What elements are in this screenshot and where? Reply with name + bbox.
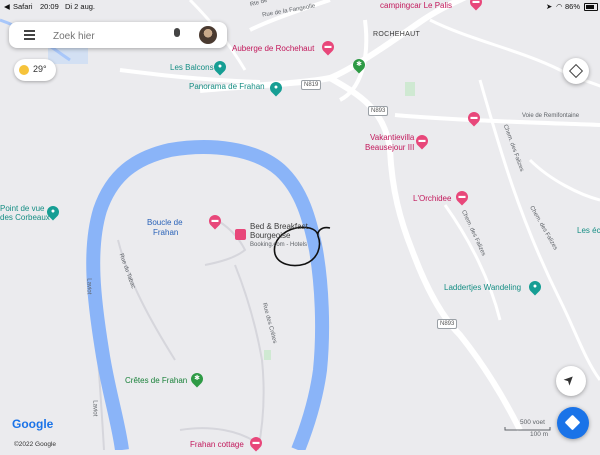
google-logo: Google [12, 417, 54, 431]
place-label-frahan[interactable]: Frahan [153, 228, 178, 238]
bnb-marker-icon[interactable] [235, 229, 246, 240]
directions-button[interactable] [557, 407, 589, 439]
copyright-label[interactable]: ©2022 Google [14, 441, 56, 448]
scale-label-imperial: 500 voet [520, 419, 545, 426]
place-label-laddertjes[interactable]: Laddertjes Wandeling [444, 283, 521, 293]
place-label-beausejour[interactable]: Beausejour III [365, 143, 414, 153]
street-label-laviot-1: Laviot [85, 278, 92, 295]
park-patch [405, 82, 415, 96]
route-shield-n893: N893 [437, 319, 458, 329]
hotel-pin-icon[interactable]: ▬ [413, 132, 431, 150]
place-label-rochehaut: ROCHEHAUT [373, 31, 421, 38]
hotel-pin-icon[interactable]: ▬ [247, 434, 265, 452]
microphone-icon[interactable] [174, 28, 180, 37]
camera-pin-icon[interactable]: ● [267, 79, 285, 97]
search-input[interactable] [51, 27, 165, 45]
back-app-label[interactable]: Safari [13, 2, 33, 11]
wifi-icon: ◠ [556, 2, 563, 11]
hotel-pin-icon[interactable]: ▬ [453, 188, 471, 206]
avatar[interactable] [199, 26, 217, 44]
hiking-pin-icon[interactable]: ✱ [188, 370, 206, 388]
place-label-les-balcons[interactable]: Les Balcons [170, 63, 214, 73]
search-box[interactable] [9, 22, 227, 48]
place-label-frahan-cottage[interactable]: Frahan cottage [190, 440, 244, 450]
location-arrow-icon: ➤ [546, 2, 553, 11]
hotel-pin-icon[interactable]: ▬ [465, 109, 483, 127]
my-location-button[interactable]: ➤ [556, 366, 586, 396]
place-label-campingcar[interactable]: campingcar Le Palis [380, 1, 452, 11]
place-sublabel-booking: Booking.com - Hotels [250, 242, 308, 248]
hotel-pin-icon[interactable]: ▬ [206, 212, 224, 230]
weather-temperature: 29° [33, 64, 47, 74]
sun-icon [19, 65, 29, 75]
place-label-panorama[interactable]: Panorama de Frahan [189, 82, 265, 92]
navigation-arrow-icon: ➤ [559, 370, 579, 389]
place-label-boucle[interactable]: Boucle de [147, 218, 183, 228]
camera-pin-icon[interactable]: ● [526, 278, 544, 296]
place-label-orchidee[interactable]: L'Orchidee [413, 194, 451, 204]
menu-icon[interactable] [24, 30, 35, 40]
place-label-cretes[interactable]: Crêtes de Frahan [125, 376, 187, 386]
place-label-bourgeoise[interactable]: Bourgeoise [250, 231, 290, 241]
place-label-vakantievilla[interactable]: Vakantievilla [370, 133, 414, 143]
street-label-laviot-2: Laviot [91, 400, 98, 417]
weather-chip[interactable]: 29° [14, 59, 56, 81]
park-patch [264, 350, 271, 360]
battery-percent: 86% [565, 2, 581, 11]
place-label-les-ec[interactable]: Les éc [577, 226, 600, 236]
layers-button[interactable] [563, 58, 589, 84]
hotel-pin-icon[interactable]: ▬ [319, 38, 337, 56]
camera-pin-icon[interactable]: ● [211, 58, 229, 76]
battery-icon [584, 3, 598, 11]
back-arrow-icon[interactable]: ◀ [4, 2, 10, 11]
place-label-corbeaux[interactable]: des Corbeaux [0, 213, 50, 223]
hiking-pin-icon[interactable]: ✱ [350, 56, 368, 74]
route-shield-n819: N819 [301, 80, 322, 90]
street-label-remifontaine: Voie de Remifontaine [522, 113, 580, 119]
route-shield-n893: N893 [368, 106, 389, 116]
status-time: 20:09 [40, 2, 59, 11]
place-label-auberge[interactable]: Auberge de Rochehaut [232, 44, 314, 54]
scale-label-metric: 100 m [530, 431, 549, 438]
status-date: Di 2 aug. [65, 2, 96, 11]
layers-icon [568, 63, 584, 79]
directions-icon [564, 414, 581, 431]
